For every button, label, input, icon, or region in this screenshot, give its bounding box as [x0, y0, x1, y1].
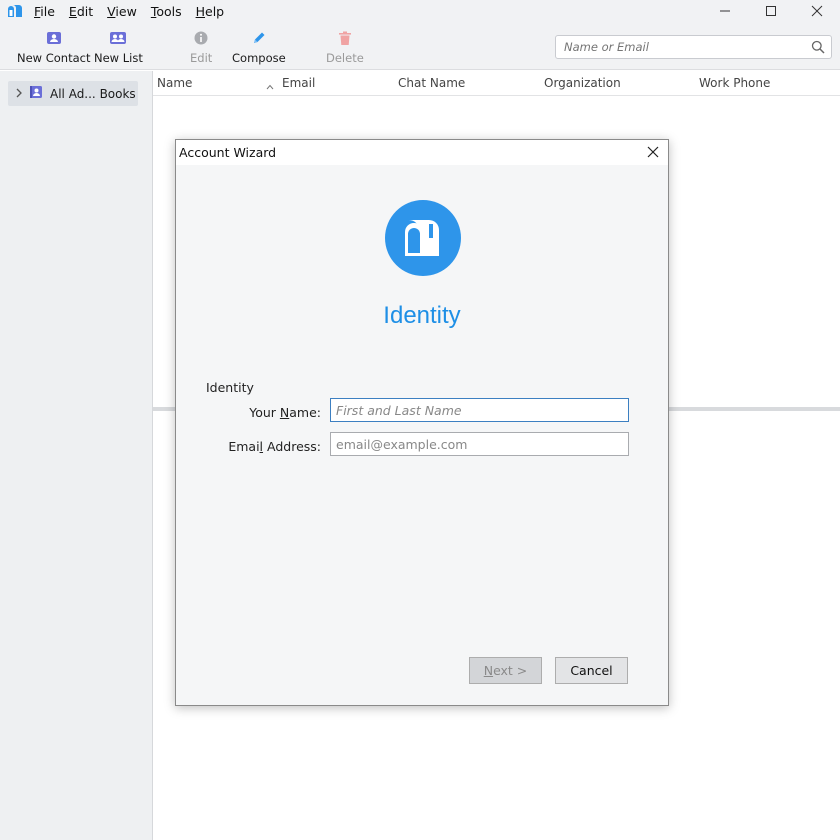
close-icon[interactable]	[646, 145, 660, 159]
menu-tools[interactable]: Tools	[151, 4, 182, 19]
email-address-label: Email Address:	[228, 439, 321, 454]
email-address-input[interactable]	[336, 436, 624, 452]
delete-button[interactable]: Delete	[326, 30, 364, 65]
sidebar-item-label: All Ad... Books	[50, 86, 136, 101]
sidebar-item-all-address-books[interactable]: All Ad... Books	[8, 81, 138, 106]
your-name-label: Your Name:	[249, 405, 321, 420]
info-icon	[194, 30, 208, 46]
address-book-sidebar: All Ad... Books	[0, 71, 153, 840]
new-list-button[interactable]: New List	[94, 30, 143, 65]
column-email[interactable]: Email	[282, 76, 315, 90]
new-list-label: New List	[94, 51, 143, 65]
sort-ascending-icon	[266, 79, 274, 93]
dialog-title-bar: Account Wizard	[176, 140, 668, 165]
dialog-heading: Identity	[383, 302, 461, 329]
app-mailbox-icon	[8, 3, 22, 19]
compose-button[interactable]: Compose	[232, 30, 286, 65]
email-address-field-box	[330, 432, 629, 456]
column-chat-name[interactable]: Chat Name	[398, 76, 465, 90]
menu-view[interactable]: View	[107, 4, 137, 19]
chevron-right-icon[interactable]	[15, 87, 25, 101]
trash-icon	[338, 30, 352, 46]
delete-label: Delete	[326, 51, 364, 65]
new-contact-icon	[46, 30, 62, 46]
search-icon[interactable]	[811, 40, 825, 57]
menu-bar: File Edit View Tools Help	[0, 0, 840, 22]
column-organization[interactable]: Organization	[544, 76, 621, 90]
minimize-icon[interactable]	[702, 0, 748, 22]
your-name-field-box	[330, 398, 629, 422]
column-work-phone[interactable]: Work Phone	[699, 76, 770, 90]
edit-label: Edit	[190, 51, 213, 65]
new-contact-button[interactable]: New Contact	[17, 30, 90, 65]
maximize-icon[interactable]	[748, 0, 794, 22]
window-close-icon[interactable]	[794, 0, 840, 22]
menu-edit[interactable]: Edit	[69, 4, 93, 19]
mailbox-logo-icon	[385, 200, 461, 276]
pencil-icon	[251, 30, 267, 46]
dialog-title: Account Wizard	[179, 145, 277, 160]
new-list-icon	[109, 30, 127, 46]
search-input[interactable]	[564, 40, 804, 54]
identity-section-label: Identity	[206, 380, 254, 395]
menu-help[interactable]: Help	[196, 4, 225, 19]
your-name-input[interactable]	[336, 402, 624, 418]
column-header-row: Name Email Chat Name Organization Work P…	[153, 71, 840, 96]
menu-file[interactable]: File	[34, 4, 55, 19]
search-box	[555, 35, 832, 59]
cancel-button[interactable]: Cancel	[555, 657, 628, 684]
next-button[interactable]: Next >	[469, 657, 542, 684]
toolbar: New Contact New List Edit Compose Delete…	[0, 22, 840, 70]
account-wizard-dialog: Account Wizard Identity Identity Your Na…	[175, 139, 669, 706]
edit-button[interactable]: Edit	[190, 30, 212, 65]
column-name[interactable]: Name	[157, 76, 192, 90]
new-contact-label: New Contact	[17, 51, 91, 65]
window-controls	[702, 0, 840, 22]
compose-label: Compose	[232, 51, 286, 65]
address-book-icon	[29, 85, 43, 102]
